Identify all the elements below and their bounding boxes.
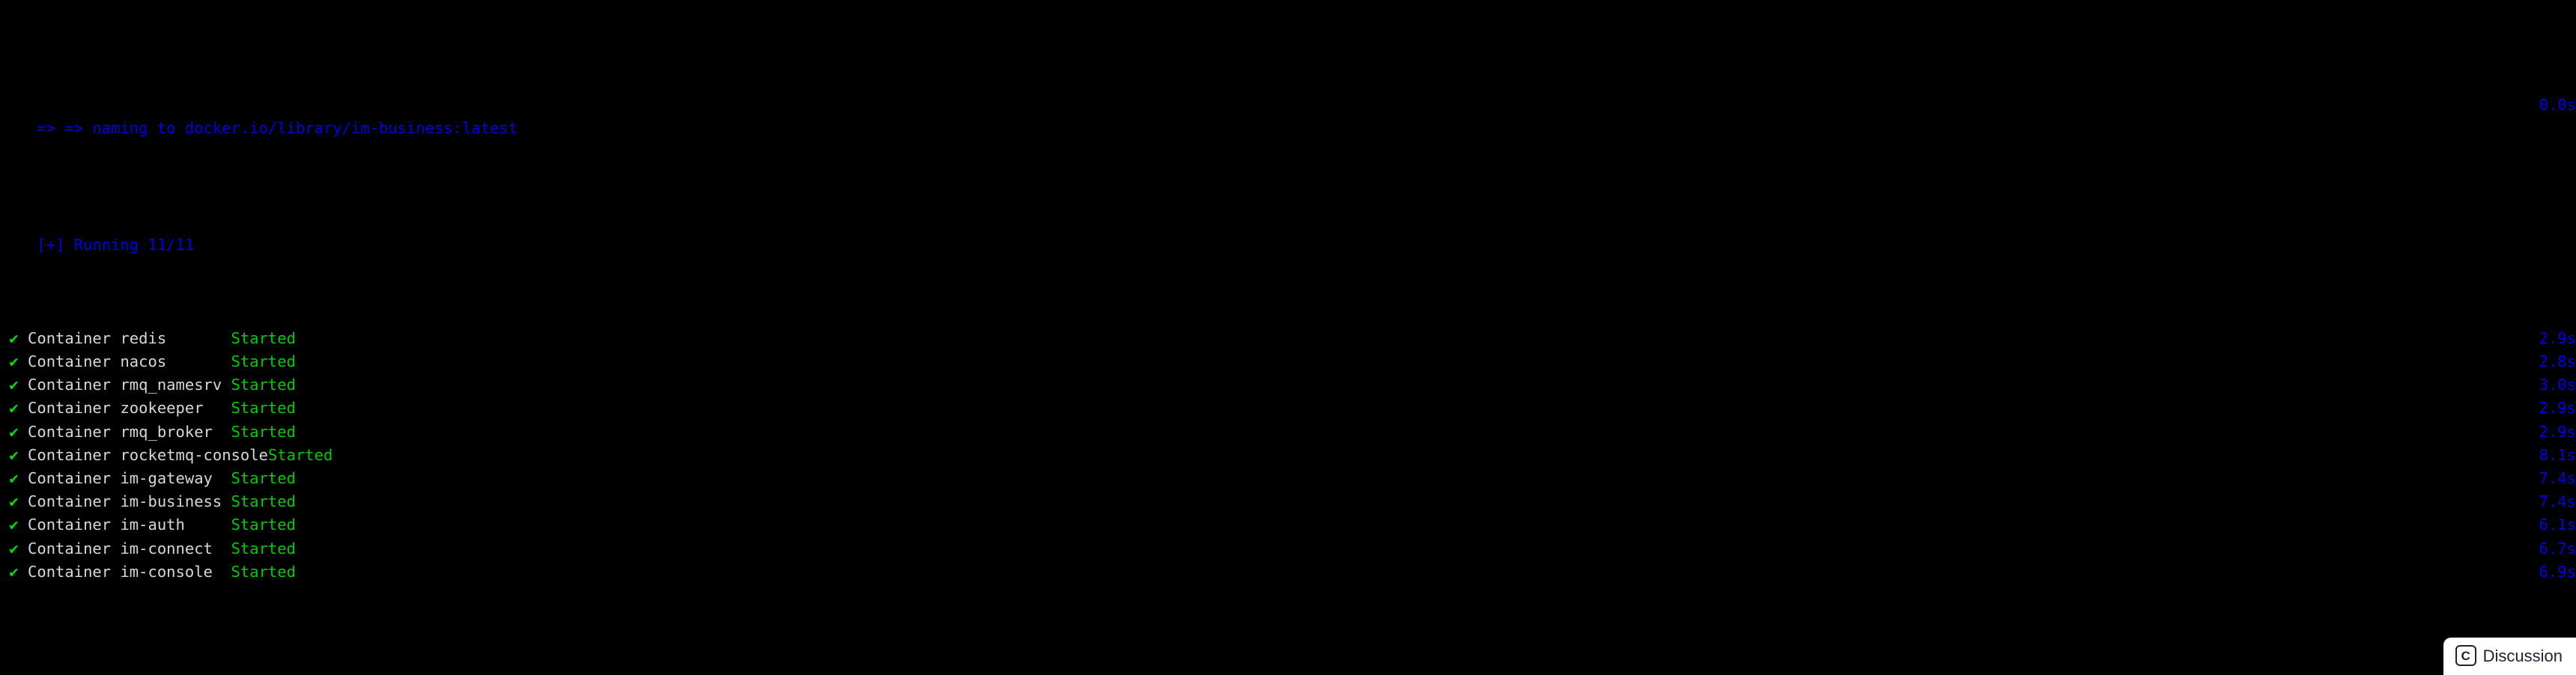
terminal-window[interactable]: => => naming to docker.io/library/im-bus…: [0, 0, 2576, 675]
compose-running-header-text: [+] Running 11/11: [37, 236, 195, 254]
compose-service-line: ✔ Container zookeeper Started 2.9s: [0, 397, 2576, 420]
compose-service-label: Container im-gateway: [28, 468, 231, 487]
discussion-badge-label: Discussion: [2482, 646, 2563, 665]
build-output-line: => => naming to docker.io/library/im-bus…: [0, 94, 2576, 137]
build-output-time: 0.0s: [2539, 95, 2576, 114]
compose-service-status: Started: [231, 399, 296, 418]
compose-service-time: 6.7s: [2539, 539, 2576, 558]
compose-service-status: Started: [231, 492, 296, 511]
check-icon: ✔: [0, 492, 28, 511]
compose-service-time: 3.0s: [2539, 376, 2576, 394]
compose-service-time: 2.9s: [2539, 329, 2576, 347]
check-icon: ✔: [0, 376, 28, 394]
compose-service-status: Started: [231, 539, 296, 558]
check-icon: ✔: [0, 445, 28, 464]
compose-service-time: 2.9s: [2539, 422, 2576, 441]
compose-service-status: Started: [231, 422, 296, 441]
check-icon: ✔: [0, 352, 28, 370]
compose-service-time: 2.9s: [2539, 399, 2576, 418]
compose-service-line: ✔ Container im-auth Started 6.1s: [0, 513, 2576, 537]
compose-service-line: ✔ Container im-console Started 6.9s: [0, 561, 2576, 584]
check-icon: ✔: [0, 329, 28, 347]
compose-service-status: Started: [231, 329, 296, 347]
compose-service-line: ✔ Container im-gateway Started 7.4s: [0, 467, 2576, 490]
compose-service-status: Started: [231, 376, 296, 394]
compose-service-status: Started: [231, 352, 296, 370]
compose-service-label: Container rocketmq-console: [28, 445, 268, 464]
check-icon: ✔: [0, 516, 28, 534]
compose-service-time: 7.4s: [2539, 492, 2576, 511]
compose-service-time: 7.4s: [2539, 468, 2576, 487]
compose-service-line: ✔ Container rmq_broker Started 2.9s: [0, 421, 2576, 444]
compose-running-header: [+] Running 11/11: [0, 210, 2576, 254]
compose-service-status: Started: [231, 468, 296, 487]
compose-service-time: 6.9s: [2539, 562, 2576, 581]
compose-service-line: ✔ Container im-connect Started 6.7s: [0, 537, 2576, 561]
compose-service-line: ✔ Container rmq_namesrv Started 3.0s: [0, 373, 2576, 397]
compose-service-status: Started: [267, 445, 333, 464]
compose-service-label: Container im-console: [28, 562, 231, 581]
compose-service-label: Container im-auth: [28, 516, 231, 534]
compose-service-label: Container rmq_broker: [28, 422, 231, 441]
compose-service-line: ✔ Container rocketmq-consoleStarted 8.1s: [0, 444, 2576, 467]
discussion-logo-icon: C: [2455, 645, 2476, 667]
compose-service-line: ✔ Container im-business Started 7.4s: [0, 490, 2576, 513]
check-icon: ✔: [0, 399, 28, 418]
compose-service-line: ✔ Container nacos Started 2.8s: [0, 350, 2576, 373]
compose-service-time: 2.8s: [2539, 352, 2576, 370]
compose-service-time: 6.1s: [2539, 516, 2576, 534]
compose-service-label: Container zookeeper: [28, 399, 231, 418]
check-icon: ✔: [0, 468, 28, 487]
compose-service-label: Container im-business: [28, 492, 231, 511]
check-icon: ✔: [0, 422, 28, 441]
build-output-text: => => naming to docker.io/library/im-bus…: [37, 119, 518, 138]
compose-service-label: Container redis: [28, 329, 231, 347]
check-icon: ✔: [0, 539, 28, 558]
compose-service-line: ✔ Container redis Started 2.9s: [0, 327, 2576, 350]
check-icon: ✔: [0, 562, 28, 581]
compose-service-label: Container im-connect: [28, 539, 231, 558]
compose-service-status: Started: [231, 516, 296, 534]
compose-service-list: ✔ Container redis Started 2.9s ✔ Containe…: [0, 327, 2576, 584]
compose-service-label: Container nacos: [28, 352, 231, 370]
compose-service-label: Container rmq_namesrv: [28, 376, 231, 394]
discussion-badge[interactable]: C Discussion: [2443, 637, 2576, 675]
compose-service-time: 8.1s: [2539, 445, 2576, 464]
compose-service-status: Started: [231, 562, 296, 581]
